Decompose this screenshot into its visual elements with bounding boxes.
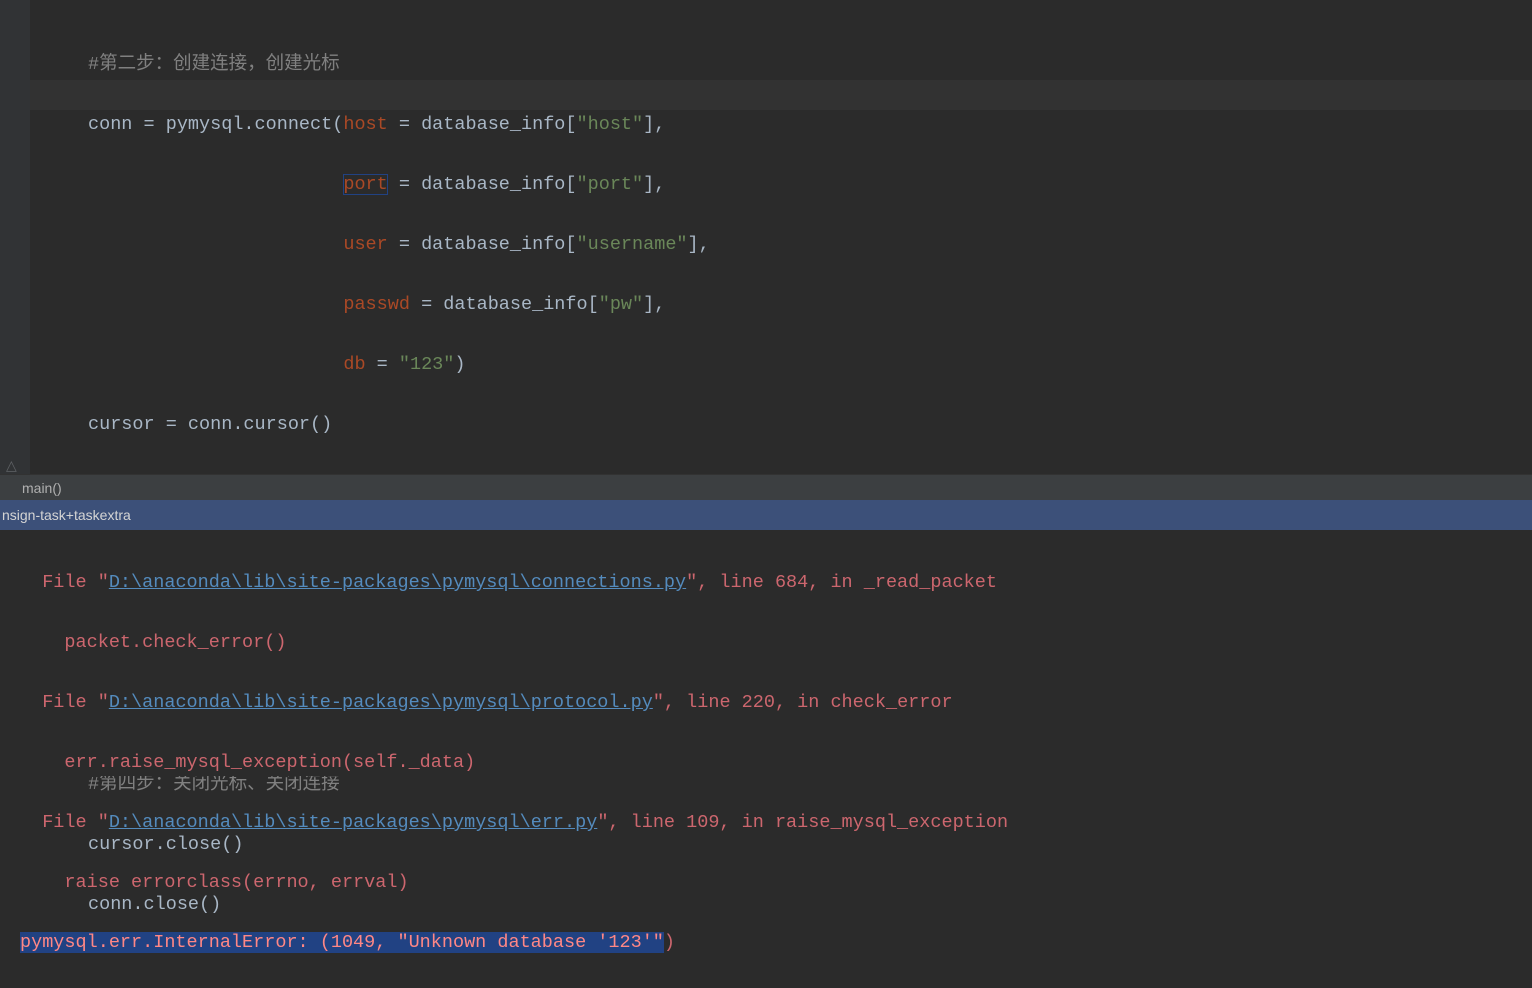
code-editor[interactable]: #第二步：创建连接，创建光标 conn = pymysql.connect(ho… — [0, 0, 1532, 474]
code-text: database_info[ — [421, 174, 576, 195]
traceback-text: File " — [20, 572, 109, 593]
code-text: cursor = conn.cursor() — [88, 414, 332, 435]
code-text: ], — [643, 174, 665, 195]
traceback-text: raise errorclass(errno, errval) — [20, 872, 409, 893]
traceback-link[interactable]: D:\anaconda\lib\site-packages\pymysql\pr… — [109, 692, 653, 713]
run-tab-header[interactable]: nsign-task+taskextra — [0, 500, 1532, 530]
error-line: ) — [664, 932, 675, 953]
kwarg-port: port — [343, 174, 387, 195]
string-literal: "pw" — [599, 294, 643, 315]
code-text: database_info[ — [421, 234, 576, 255]
traceback-text: packet.check_error() — [20, 632, 286, 653]
string-literal: "username" — [577, 234, 688, 255]
kwarg-host: host — [343, 114, 387, 135]
string-literal: "123" — [399, 354, 455, 375]
kwarg-db: db — [343, 354, 365, 375]
indent — [88, 234, 343, 255]
code-text: = — [410, 294, 443, 315]
code-text: = — [388, 114, 421, 135]
code-text: = — [366, 354, 399, 375]
code-text: ], — [643, 294, 665, 315]
traceback-link[interactable]: D:\anaconda\lib\site-packages\pymysql\er… — [109, 812, 597, 833]
code-text: = — [388, 234, 421, 255]
indent — [88, 294, 343, 315]
code-text: = — [388, 174, 421, 195]
code-text: ) — [454, 354, 465, 375]
code-text: ], — [688, 234, 710, 255]
string-literal: "port" — [577, 174, 644, 195]
indent — [88, 354, 343, 375]
code-text: ], — [643, 114, 665, 135]
code-text: conn = pymysql.connect( — [88, 114, 343, 135]
code-text: database_info[ — [421, 114, 576, 135]
code-text: database_info[ — [443, 294, 598, 315]
kwarg-user: user — [343, 234, 387, 255]
breadcrumb[interactable]: main() — [0, 474, 1532, 500]
traceback-text: err.raise_mysql_exception(self._data) — [20, 752, 475, 773]
error-line-selected: pymysql.err.InternalError: (1049, "Unkno… — [20, 932, 664, 953]
kwarg-passwd: passwd — [343, 294, 410, 315]
console-output[interactable]: File "D:\anaconda\lib\site-packages\pymy… — [0, 530, 1532, 776]
string-literal: "host" — [577, 114, 644, 135]
traceback-link[interactable]: D:\anaconda\lib\site-packages\pymysql\co… — [109, 572, 686, 593]
traceback-text: File " — [20, 812, 109, 833]
traceback-text: ", line 109, in raise_mysql_exception — [597, 812, 1008, 833]
traceback-text: File " — [20, 692, 109, 713]
comment-text: #第二步：创建连接，创建光标 — [88, 54, 340, 75]
traceback-text: ", line 220, in check_error — [653, 692, 953, 713]
traceback-text: ", line 684, in _read_packet — [686, 572, 997, 593]
indent — [88, 174, 343, 195]
